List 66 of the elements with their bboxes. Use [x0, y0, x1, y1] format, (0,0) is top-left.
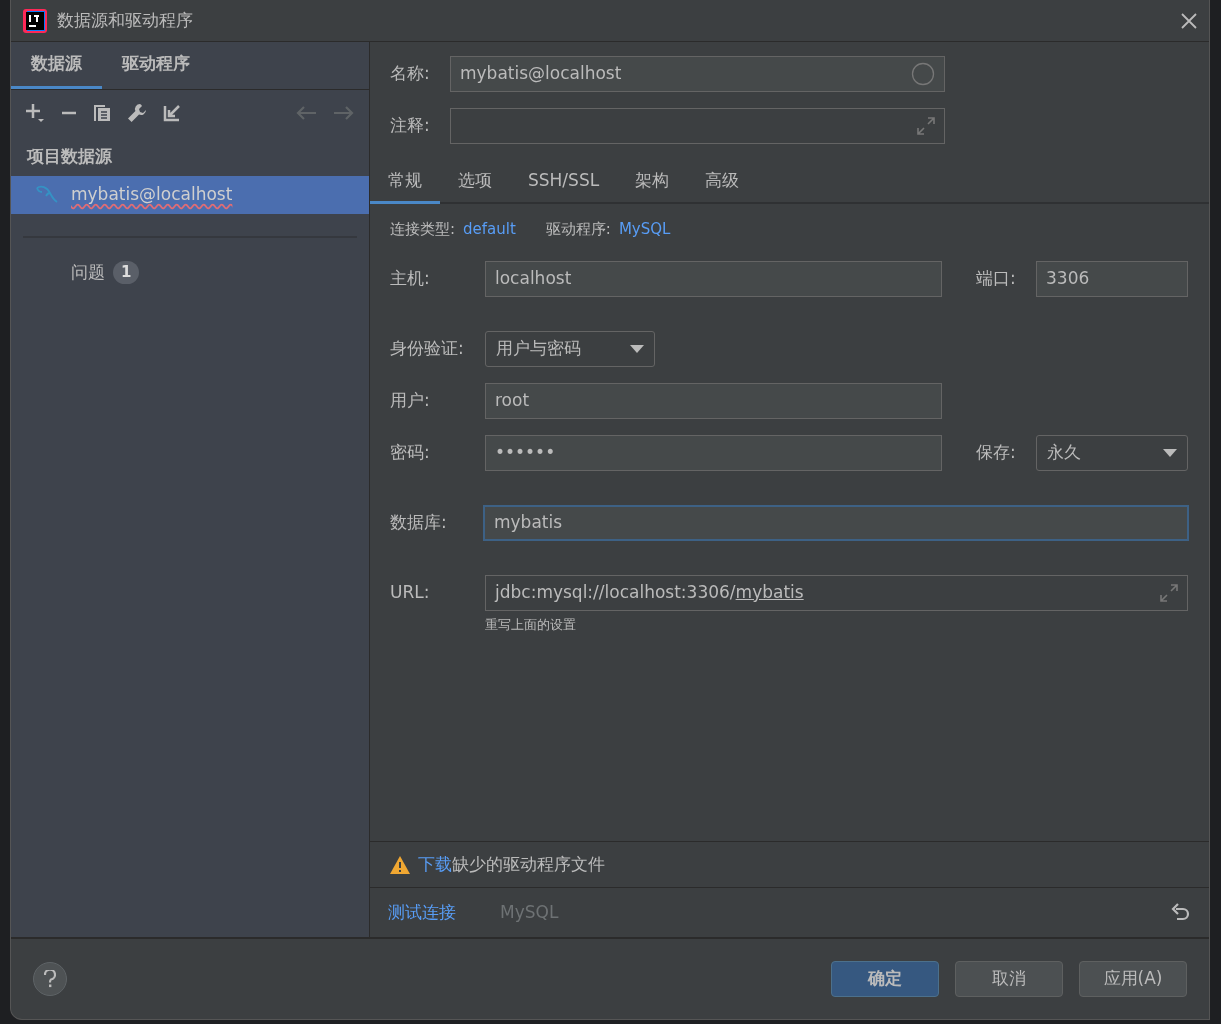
help-button[interactable]	[33, 962, 67, 996]
password-field[interactable]: ••••••	[485, 434, 942, 471]
field-label: 用户:	[390, 388, 431, 412]
settings-button[interactable]	[127, 103, 147, 123]
close-button[interactable]	[1181, 12, 1197, 29]
settings-tab[interactable]: 架构	[617, 160, 688, 204]
expand-icon	[1160, 583, 1178, 602]
url-hint: 重写上面的设置	[485, 615, 577, 634]
problems-label[interactable]: 问题	[71, 259, 105, 285]
copy-icon	[93, 104, 111, 122]
warning-icon	[390, 855, 410, 874]
help-icon	[44, 970, 56, 988]
field-label: 密码:	[390, 440, 431, 464]
ok-button[interactable]: 确定	[831, 961, 939, 997]
arrow-left-icon	[295, 105, 317, 121]
app-logo-icon	[23, 8, 47, 33]
dropdown-arrow-icon	[630, 344, 644, 353]
field-label: 注释:	[390, 114, 431, 138]
test-connection-link[interactable]: 测试连接	[388, 899, 456, 926]
field-label: 端口:	[976, 266, 1017, 290]
host-field[interactable]: localhost	[485, 260, 942, 297]
comment-field[interactable]	[450, 108, 945, 144]
field-label: URL:	[390, 580, 431, 604]
dialog-button[interactable]: 应用(A)	[1079, 961, 1187, 997]
dialog-button[interactable]: 取消	[955, 961, 1063, 997]
field-label: 保存:	[976, 440, 1017, 464]
settings-tab[interactable]: 常规	[370, 160, 440, 204]
problem-count: 1	[113, 261, 140, 284]
circle-icon	[911, 62, 935, 86]
name-field[interactable]: mybatis@localhost	[450, 56, 945, 92]
driver-label: 驱动程序:	[545, 219, 611, 240]
connection-type-label: 连接类型:	[390, 219, 456, 240]
field-label: 身份验证:	[390, 336, 465, 360]
field-label: 数据库:	[390, 510, 448, 534]
settings-tab[interactable]: 选项	[440, 160, 510, 204]
settings-tab[interactable]: 高级	[687, 160, 758, 204]
plus-icon	[25, 103, 45, 123]
data-source-item[interactable]: mybatis@localhost	[11, 175, 369, 214]
driver-link[interactable]: MySQL	[618, 218, 671, 241]
warning-message: 下载缺少的驱动程序文件	[418, 852, 605, 876]
auth-dropdown[interactable]: 用户与密码	[485, 330, 655, 367]
database-field[interactable]: mybatis	[483, 504, 1189, 541]
window-title: 数据源和驱动程序	[57, 8, 193, 32]
expand-icon	[917, 117, 935, 135]
dropdown-arrow-icon	[1163, 448, 1177, 457]
arrow-down-left-icon	[163, 104, 181, 122]
wrench-icon	[127, 103, 147, 123]
sidebar-tab[interactable]: 驱动程序	[102, 42, 210, 89]
save-dropdown[interactable]: 永久	[1036, 434, 1188, 471]
user-field[interactable]: root	[485, 382, 942, 419]
field-label: 名称:	[390, 62, 431, 86]
add-button[interactable]	[25, 103, 45, 123]
close-icon	[1181, 12, 1197, 29]
field-label: 主机:	[390, 266, 431, 290]
url-field[interactable]: jdbc:mysql://localhost:3306/mybatis	[485, 574, 1188, 611]
sidebar-tab[interactable]: 数据源	[11, 42, 102, 89]
section-title: 项目数据源	[25, 145, 113, 168]
import-button[interactable]	[163, 104, 181, 122]
settings-tab[interactable]: SSH/SSL	[510, 160, 618, 204]
arrow-right-icon	[333, 105, 355, 121]
download-link[interactable]: 下载	[418, 853, 452, 874]
connection-type-link[interactable]: default	[463, 218, 516, 241]
duplicate-button[interactable]	[93, 104, 111, 122]
undo-icon	[1171, 902, 1191, 923]
revert-button[interactable]	[1171, 902, 1191, 923]
port-field[interactable]: 3306	[1036, 260, 1188, 297]
